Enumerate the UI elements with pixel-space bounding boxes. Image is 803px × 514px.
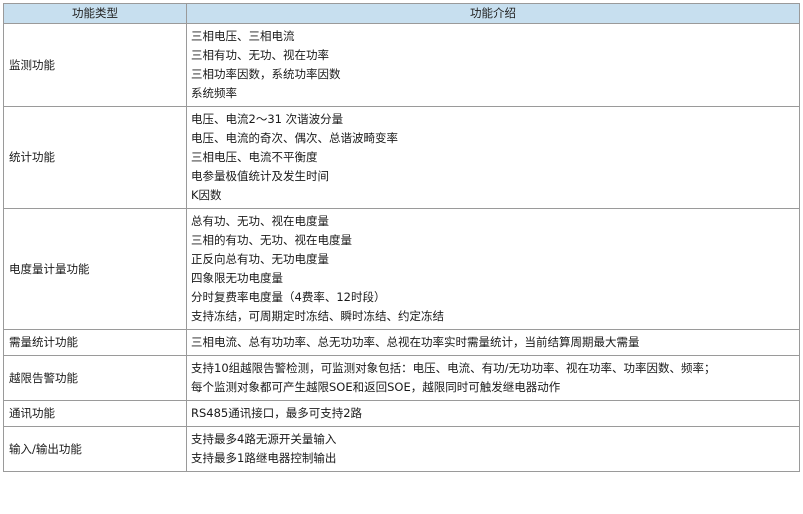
description-line: 支持冻结，可周期定时冻结、瞬时冻结、约定冻结: [191, 309, 444, 323]
function-table: 功能类型 功能介绍 监测功能 三相电压、三相电流 三相有功、无功、视在功率 三相…: [3, 3, 800, 472]
description-line: 总有功、无功、视在电度量: [191, 214, 329, 228]
row-category: 统计功能: [3, 106, 187, 209]
description-line: 四象限无功电度量: [191, 271, 283, 285]
row-category: 需量统计功能: [3, 329, 187, 356]
row-category: 通讯功能: [3, 400, 187, 427]
table-row: 统计功能 电压、电流2～31 次谐波分量 电压、电流的奇次、偶次、总谐波畸变率 …: [3, 106, 800, 209]
table-row: 监测功能 三相电压、三相电流 三相有功、无功、视在功率 三相功率因数，系统功率因…: [3, 23, 800, 107]
row-description: 电压、电流2～31 次谐波分量 电压、电流的奇次、偶次、总谐波畸变率 三相电压、…: [186, 106, 800, 209]
description-line: 支持最多4路无源开关量输入: [191, 432, 337, 446]
description-line: 支持最多1路继电器控制输出: [191, 451, 337, 465]
description-line: 三相功率因数，系统功率因数: [191, 67, 341, 81]
table-row: 通讯功能 RS485通讯接口，最多可支持2路: [3, 400, 800, 427]
row-description: 支持10组越限告警检测，可监测对象包括：电压、电流、有功/无功功率、视在功率、功…: [186, 355, 800, 401]
row-description: 总有功、无功、视在电度量 三相的有功、无功、视在电度量 正反向总有功、无功电度量…: [186, 208, 800, 330]
row-description: 支持最多4路无源开关量输入 支持最多1路继电器控制输出: [186, 426, 800, 472]
description-line: 三相电压、电流不平衡度: [191, 150, 318, 164]
description-line: 每个监测对象都可产生越限SOE和返回SOE，越限同时可触发继电器动作: [191, 380, 561, 394]
table-row: 输入/输出功能 支持最多4路无源开关量输入 支持最多1路继电器控制输出: [3, 426, 800, 472]
description-line: 分时复费率电度量（4费率、12时段）: [191, 290, 386, 304]
description-line: 三相电流、总有功功率、总无功功率、总视在功率实时需量统计，当前结算周期最大需量: [191, 335, 640, 349]
row-description: 三相电压、三相电流 三相有功、无功、视在功率 三相功率因数，系统功率因数 系统频…: [186, 23, 800, 107]
row-description: 三相电流、总有功功率、总无功功率、总视在功率实时需量统计，当前结算周期最大需量: [186, 329, 800, 356]
table-header-row: 功能类型 功能介绍: [3, 3, 800, 24]
table-row: 电度量计量功能 总有功、无功、视在电度量 三相的有功、无功、视在电度量 正反向总…: [3, 208, 800, 330]
description-line: 系统频率: [191, 86, 237, 100]
description-line: RS485通讯接口，最多可支持2路: [191, 406, 363, 420]
row-category: 电度量计量功能: [3, 208, 187, 330]
header-function-type: 功能类型: [3, 3, 187, 24]
description-line: 正反向总有功、无功电度量: [191, 252, 329, 266]
row-category: 输入/输出功能: [3, 426, 187, 472]
row-category: 监测功能: [3, 23, 187, 107]
description-line: 三相的有功、无功、视在电度量: [191, 233, 352, 247]
description-line: K因数: [191, 188, 222, 202]
description-line: 电压、电流2～31 次谐波分量: [191, 112, 344, 126]
description-line: 支持10组越限告警检测，可监测对象包括：电压、电流、有功/无功功率、视在功率、功…: [191, 361, 716, 375]
description-line: 电参量极值统计及发生时间: [191, 169, 329, 183]
function-table-container: 功能类型 功能介绍 监测功能 三相电压、三相电流 三相有功、无功、视在功率 三相…: [3, 3, 800, 472]
table-row: 越限告警功能 支持10组越限告警检测，可监测对象包括：电压、电流、有功/无功功率…: [3, 355, 800, 401]
description-line: 电压、电流的奇次、偶次、总谐波畸变率: [191, 131, 398, 145]
description-line: 三相电压、三相电流: [191, 29, 295, 43]
description-line: 三相有功、无功、视在功率: [191, 48, 329, 62]
table-row: 需量统计功能 三相电流、总有功功率、总无功功率、总视在功率实时需量统计，当前结算…: [3, 329, 800, 356]
row-description: RS485通讯接口，最多可支持2路: [186, 400, 800, 427]
row-category: 越限告警功能: [3, 355, 187, 401]
header-function-description: 功能介绍: [186, 3, 800, 24]
